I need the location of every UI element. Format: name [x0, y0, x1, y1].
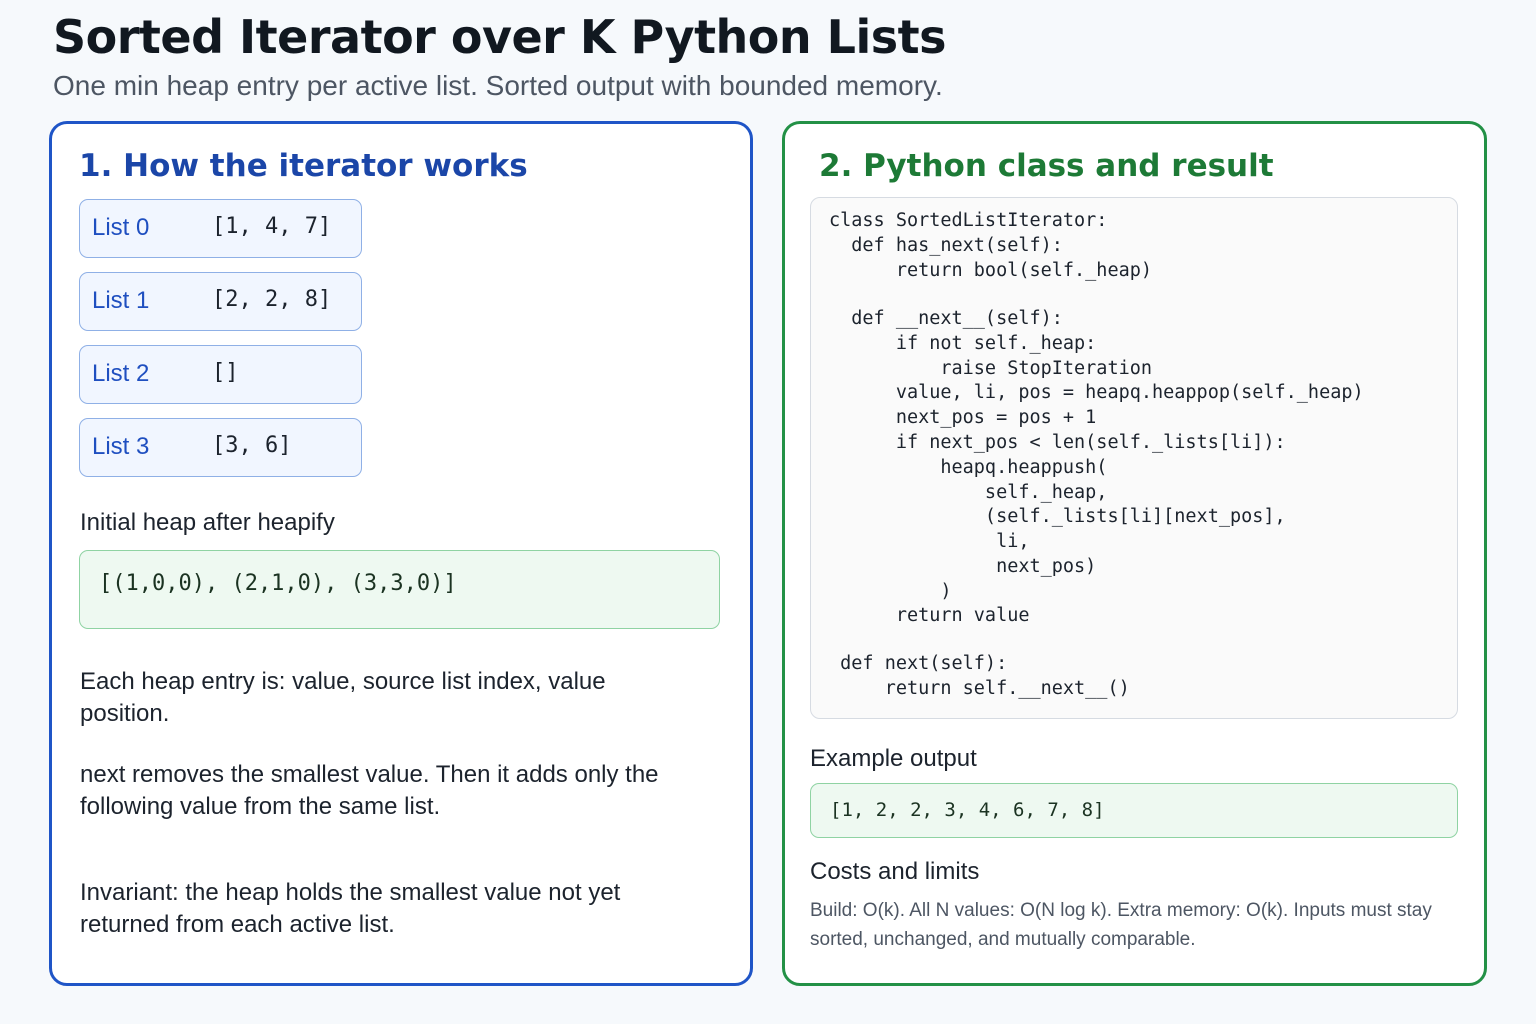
output-value: [1, 2, 2, 3, 4, 6, 7, 8] [830, 799, 1105, 821]
page-subtitle: One min heap entry per active list. Sort… [53, 70, 943, 101]
code-line: li, [829, 531, 1030, 552]
list-values: [] [212, 360, 239, 385]
heap-box: [(1,0,0), (2,1,0), (3,3,0)] [79, 550, 720, 629]
costs-label: Costs and limits [810, 858, 980, 885]
heap-label: Initial heap after heapify [80, 509, 335, 536]
code-line: return bool(self._heap) [829, 260, 1153, 281]
code-line: next_pos) [829, 556, 1097, 577]
left-panel-heading: 1. How the iterator works [79, 148, 528, 184]
code-line: class SortedListIterator: [829, 210, 1108, 231]
right-panel-heading: 2. Python class and result [819, 148, 1274, 184]
output-box: [1, 2, 2, 3, 4, 6, 7, 8] [810, 783, 1458, 838]
code-line: heapq.heappush( [829, 457, 1108, 478]
code-line: def has_next(self): [829, 235, 1063, 256]
python-class-panel: 2. Python class and result class SortedL… [782, 121, 1487, 986]
code-line: (self._lists[li][next_pos], [829, 506, 1286, 527]
list-box-1: List 1 [2, 2, 8] [79, 272, 362, 331]
code-line: return value [829, 605, 1030, 626]
list-label: List 0 [92, 214, 150, 241]
page-title: Sorted Iterator over K Python Lists [53, 10, 947, 64]
heap-value: [(1,0,0), (2,1,0), (3,3,0)] [99, 571, 457, 596]
code-line: ) [829, 581, 952, 602]
costs-text: Build: O(k). All N values: O(N log k). E… [810, 900, 1432, 950]
code-line: return self.__next__() [829, 678, 1130, 699]
list-box-3: List 3 [3, 6] [79, 418, 362, 477]
list-values: [2, 2, 8] [212, 287, 332, 312]
list-box-0: List 0 [1, 4, 7] [79, 199, 362, 258]
invariant-description: Invariant: the heap holds the smallest v… [80, 879, 621, 938]
code-line: value, li, pos = heapq.heappop(self._hea… [829, 382, 1364, 403]
code-line: next_pos = pos + 1 [829, 407, 1097, 428]
output-label: Example output [810, 745, 977, 772]
list-label: List 1 [92, 287, 150, 314]
list-label: List 3 [92, 433, 150, 460]
code-line: raise StopIteration [829, 358, 1153, 379]
next-description: next removes the smallest value. Then it… [80, 761, 659, 820]
code-line: def __next__(self): [829, 308, 1063, 329]
list-values: [3, 6] [212, 433, 292, 458]
list-values: [1, 4, 7] [212, 214, 332, 239]
list-label: List 2 [92, 360, 150, 387]
code-line: if not self._heap: [829, 333, 1097, 354]
code-line: self._heap, [829, 482, 1108, 503]
code-block: class SortedListIterator: def has_next(s… [810, 197, 1458, 719]
code-line: def next(self): [829, 653, 1008, 674]
code-line: if next_pos < len(self._lists[li]): [829, 432, 1286, 453]
iterator-explanation-panel: 1. How the iterator works List 0 [1, 4, … [49, 121, 753, 986]
heap-entry-description: Each heap entry is: value, source list i… [80, 668, 606, 727]
list-box-2: List 2 [] [79, 345, 362, 404]
